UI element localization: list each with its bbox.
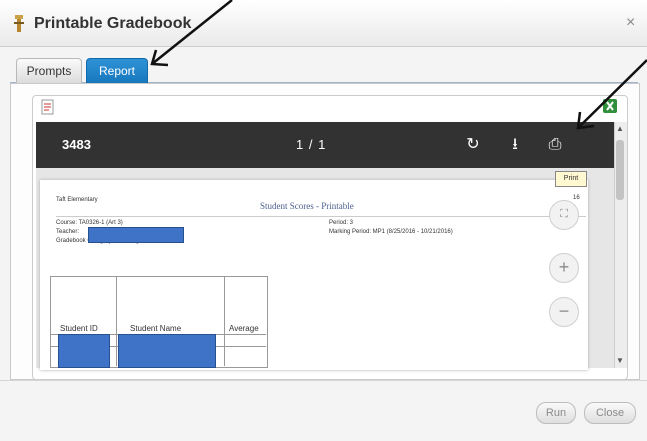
document-icon[interactable]: [40, 98, 56, 116]
school-name: Taft Elementary: [56, 197, 98, 203]
report-page-number: 16: [573, 195, 580, 201]
pdf-document-name: 3483: [62, 137, 91, 152]
table-divider: [224, 276, 225, 366]
column-header-student-id: Student ID: [60, 324, 98, 333]
excel-export-icon[interactable]: [602, 98, 618, 114]
tab-prompts[interactable]: Prompts: [16, 58, 82, 83]
marking-period-field: Marking Period: MP1 (8/25/2016 - 10/21/2…: [329, 229, 453, 235]
scrollbar-thumb[interactable]: [616, 140, 624, 200]
teacher-field: Teacher:: [56, 229, 80, 235]
redaction-student-name: [118, 334, 216, 368]
table-divider: [116, 276, 117, 366]
period-field: Period: 3: [329, 220, 354, 226]
rotate-icon[interactable]: ↻: [462, 134, 484, 156]
pdf-page-indicator: 1 / 1: [296, 137, 327, 152]
redaction-student-id: [58, 334, 110, 368]
course-field: Course: TA0326-1 (Art 3): [56, 220, 123, 226]
print-tooltip: Print: [555, 171, 587, 187]
zoom-out-button[interactable]: −: [549, 297, 579, 327]
close-button[interactable]: Close: [584, 402, 636, 424]
header-divider: [56, 216, 586, 217]
column-header-student-name: Student Name: [130, 324, 182, 333]
run-button[interactable]: Run: [536, 402, 576, 424]
scroll-down-arrow-icon[interactable]: ▼: [616, 356, 624, 365]
gradebook-app-icon: [14, 15, 24, 32]
print-icon[interactable]: ⎙: [544, 134, 566, 156]
zoom-in-button[interactable]: +: [549, 253, 579, 283]
fit-page-button[interactable]: ⛶: [549, 200, 579, 230]
download-icon[interactable]: ⭳: [504, 134, 526, 156]
column-header-average: Average: [229, 324, 259, 333]
dialog-title: Printable Gradebook: [34, 15, 192, 32]
report-title: Student Scores - Printable: [260, 201, 354, 211]
tab-report[interactable]: Report: [86, 58, 148, 84]
redaction-teacher: [88, 227, 184, 243]
scroll-up-arrow-icon[interactable]: ▲: [616, 124, 624, 133]
close-icon[interactable]: ×: [626, 14, 635, 32]
